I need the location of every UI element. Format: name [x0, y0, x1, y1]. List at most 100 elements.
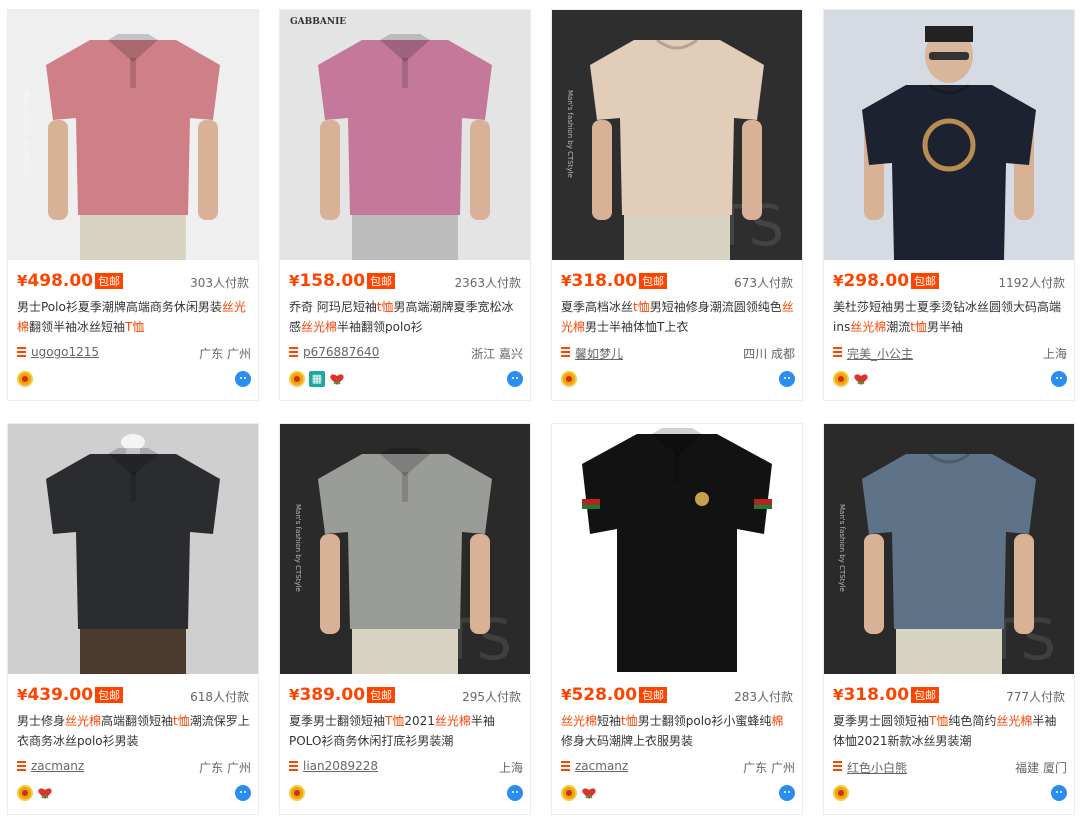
pants — [624, 210, 730, 260]
shop-name-link[interactable]: p676887640 — [303, 345, 379, 359]
shop-location: 四川 成都 — [743, 347, 795, 361]
shop-list-icon — [17, 347, 26, 358]
badge-row — [833, 785, 1067, 803]
shop-list-icon — [833, 761, 842, 772]
seller-row: 完美_小公主 上海 — [833, 344, 1067, 362]
left-arm — [320, 120, 340, 220]
seller-row: 红色小白熊 福建 厦门 — [833, 758, 1067, 776]
medal-badge-icon[interactable] — [17, 371, 33, 387]
sleeve-stripe-green-right — [754, 505, 772, 509]
wangwang-chat-icon[interactable] — [507, 785, 523, 801]
currency-symbol: ¥ — [289, 686, 300, 704]
seller-row: ugogo1215 广东 广州 — [17, 344, 251, 362]
product-card[interactable]: GABBANIE ¥158.00 包邮 2363人付款 乔奇 阿玛尼短袖t恤男高端潮牌夏… — [279, 9, 531, 401]
product-title[interactable]: 夏季男士圆领短袖T恤纯色简约丝光棉半袖体恤2021新款冰丝男装潮 — [833, 711, 1067, 751]
right-arm — [470, 120, 490, 220]
product-image[interactable]: TS Man's fashion by CTStyle — [824, 424, 1074, 674]
price-value: 528.00 — [571, 685, 638, 705]
heart-badge-icon[interactable] — [581, 785, 597, 801]
medal-badge-icon[interactable] — [833, 371, 849, 387]
title-segment: 高端翻领短袖 — [101, 714, 174, 728]
product-card[interactable]: TS Man's fashion by CTStyle ¥318.00 包邮 673人付… — [551, 9, 803, 401]
shirt-placket — [130, 472, 136, 502]
shop-name-link[interactable]: 馨如梦儿 — [575, 345, 623, 362]
product-title[interactable]: 男士Polo衫夏季潮牌高端商务休闲男装丝光棉翻领半袖冰丝短袖T恤 — [17, 297, 251, 337]
product-card[interactable]: ¥439.00 包邮 618人付款 男士修身丝光棉高端翻领短袖t恤潮流保罗上衣商务冰丝… — [7, 423, 259, 815]
price-row: ¥318.00 包邮 673人付款 — [552, 260, 802, 296]
title-keyword-highlight: 丝光棉 — [434, 714, 471, 728]
currency-symbol: ¥ — [17, 272, 28, 290]
product-title[interactable]: 男士修身丝光棉高端翻领短袖t恤潮流保罗上衣商务冰丝polo衫男装 — [17, 711, 251, 751]
product-image[interactable]: TS Man's fashion by CTStyle — [8, 10, 258, 260]
left-arm — [320, 534, 340, 634]
medal-badge-icon[interactable] — [833, 785, 849, 801]
medal-badge-icon[interactable] — [289, 785, 305, 801]
shop-location: 上海 — [1042, 347, 1067, 361]
photo-side-caption: Man's fashion by CTStyle — [838, 504, 846, 592]
product-card[interactable]: TS Man's fashion by CTStyle ¥498.00 包邮 303人付… — [7, 9, 259, 401]
pants — [896, 624, 1002, 674]
shop-name-link[interactable]: zacmanz — [575, 759, 628, 773]
product-card[interactable]: TS Man's fashion by CTStyle ¥318.00 包邮 777人付… — [823, 423, 1075, 815]
product-title[interactable]: 丝光棉短袖t恤男士翻领polo衫小蜜蜂纯棉修身大码潮牌上衣服男装 — [561, 711, 795, 751]
medal-badge-icon[interactable] — [17, 785, 33, 801]
product-image[interactable]: TS Man's fashion by CTStyle — [552, 10, 802, 260]
title-segment: 男士翻领polo衫小蜜蜂纯 — [637, 714, 772, 728]
wangwang-chat-icon[interactable] — [779, 371, 795, 387]
product-image[interactable]: GABBANIE — [280, 10, 530, 260]
title-segment: 男士半袖体恤T上衣 — [585, 320, 689, 334]
wangwang-chat-icon[interactable] — [1051, 371, 1067, 387]
seller-row: zacmanz 广东 广州 — [561, 758, 795, 776]
product-price: ¥318.00 — [833, 685, 909, 705]
shop-name-link[interactable]: 完美_小公主 — [847, 345, 913, 362]
product-card[interactable]: ¥298.00 包邮 1192人付款 美杜莎短袖男士夏季烫钻冰丝圆领大码高端ins丝光… — [823, 9, 1075, 401]
product-title[interactable]: 乔奇 阿玛尼短袖t恤男高端潮牌夏季宽松冰感丝光棉半袖翻领polo衫 — [289, 297, 523, 337]
currency-symbol: ¥ — [561, 272, 572, 290]
shop-name-link[interactable]: ugogo1215 — [31, 345, 99, 359]
product-title[interactable]: 美杜莎短袖男士夏季烫钻冰丝圆领大码高端ins丝光棉潮流t恤男半袖 — [833, 297, 1067, 337]
wangwang-chat-icon[interactable] — [507, 371, 523, 387]
heart-badge-icon[interactable] — [853, 371, 869, 387]
currency-symbol: ¥ — [833, 686, 844, 704]
free-shipping-badge: 包邮 — [95, 687, 123, 703]
free-shipping-badge: 包邮 — [367, 687, 395, 703]
title-segment: 修身大码潮牌上衣服男装 — [561, 734, 694, 748]
title-keyword-highlight: T恤 — [125, 320, 145, 334]
heart-badge-icon[interactable] — [37, 785, 53, 801]
shop-name-link[interactable]: zacmanz — [31, 759, 84, 773]
shop-location: 浙江 嘉兴 — [471, 347, 523, 361]
wangwang-chat-icon[interactable] — [779, 785, 795, 801]
title-keyword-highlight: T恤 — [929, 714, 949, 728]
wangwang-chat-icon[interactable] — [1051, 785, 1067, 801]
currency-symbol: ¥ — [561, 686, 572, 704]
shop-name-link[interactable]: 红色小白熊 — [847, 759, 907, 776]
heart-badge-icon[interactable] — [329, 371, 345, 387]
product-image[interactable]: TS Man's fashion by CTStyle — [280, 424, 530, 674]
shirt-placket — [402, 472, 408, 502]
price-row: ¥318.00 包邮 777人付款 — [824, 674, 1074, 710]
wangwang-chat-icon[interactable] — [235, 785, 251, 801]
product-card[interactable]: TS Man's fashion by CTStyle ¥389.00 包邮 295人付… — [279, 423, 531, 815]
title-segment: 乔奇 阿玛尼短袖 — [289, 300, 377, 314]
shop-list-icon — [561, 761, 570, 772]
product-title[interactable]: 夏季男士翻领短袖T恤2021丝光棉半袖POLO衫商务休闲打底衫男装潮 — [289, 711, 523, 751]
product-title[interactable]: 夏季高档冰丝t恤男短袖修身潮流圆领纯色丝光棉男士半袖体恤T上衣 — [561, 297, 795, 337]
title-keyword-highlight: t恤 — [173, 714, 190, 728]
product-image[interactable] — [8, 424, 258, 674]
price-value: 318.00 — [843, 685, 910, 705]
shop-list-icon — [17, 761, 26, 772]
product-image[interactable] — [824, 10, 1074, 260]
shop-name-link[interactable]: lian2089228 — [303, 759, 378, 773]
product-image[interactable] — [552, 424, 802, 674]
medal-badge-icon[interactable] — [561, 785, 577, 801]
medal-badge-icon[interactable] — [561, 371, 577, 387]
wangwang-chat-icon[interactable] — [235, 371, 251, 387]
shop-location: 广东 广州 — [743, 761, 795, 775]
fashion-badge-icon[interactable]: ▦ — [309, 371, 325, 387]
product-card[interactable]: ¥528.00 包邮 283人付款 丝光棉短袖t恤男士翻领polo衫小蜜蜂纯棉修身大码… — [551, 423, 803, 815]
medal-badge-icon[interactable] — [289, 371, 305, 387]
sleeve-stripe-red-right — [754, 499, 772, 505]
product-price: ¥528.00 — [561, 685, 637, 705]
right-arm — [1014, 534, 1034, 634]
shop-location: 上海 — [498, 761, 523, 775]
